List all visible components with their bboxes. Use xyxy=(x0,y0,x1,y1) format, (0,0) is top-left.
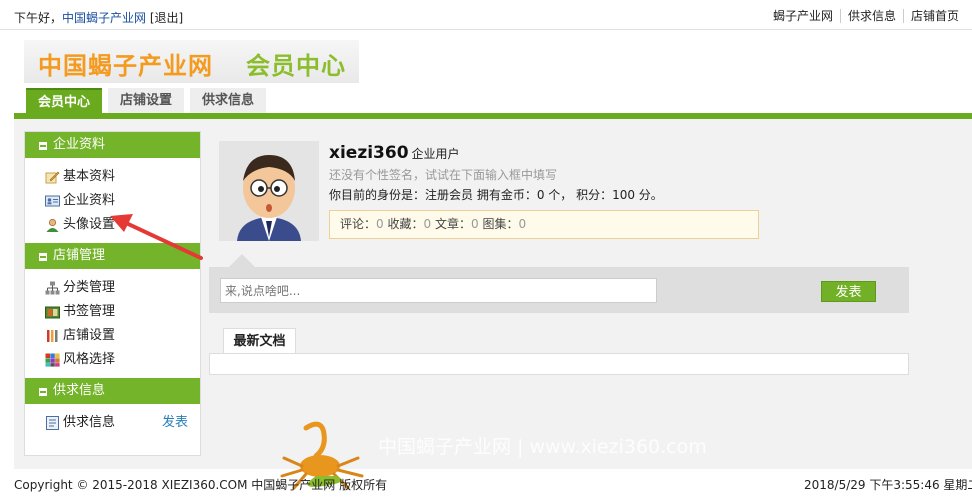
sidebar-item-style[interactable]: 风格选择 xyxy=(25,348,200,372)
document-list-icon xyxy=(46,416,59,430)
id-card-icon xyxy=(45,195,60,207)
user-stats: 评论：0 收藏：0 文章：0 图集：0 xyxy=(329,210,759,239)
stat-article[interactable]: 0 xyxy=(471,217,479,231)
section-title: 供求信息 xyxy=(53,383,106,398)
sidebar-item-label: 供求信息 xyxy=(63,415,116,430)
sidebar-item-avatar-settings[interactable]: 头像设置 xyxy=(25,213,200,237)
sidebar-item-label: 头像设置 xyxy=(63,217,116,232)
tab-shop-settings[interactable]: 店铺设置 xyxy=(108,88,185,113)
status-input[interactable] xyxy=(220,278,657,303)
logo-site-name: 中国蝎子产业网 xyxy=(38,52,213,80)
collapse-icon[interactable] xyxy=(39,142,47,150)
top-nav-shop-home[interactable]: 店铺首页 xyxy=(902,9,966,23)
sidebar-item-shop-settings[interactable]: 店铺设置 xyxy=(25,324,200,348)
collapse-icon[interactable] xyxy=(39,253,47,261)
stat-album-label: 图集： xyxy=(482,217,519,231)
sidebar-item-label: 基本资料 xyxy=(63,169,116,184)
avatar[interactable] xyxy=(219,141,319,241)
tab-supply-info[interactable]: 供求信息 xyxy=(190,88,267,113)
sidebar-section-shop[interactable]: 店铺管理 xyxy=(25,243,200,269)
sidebar-item-label: 店铺设置 xyxy=(63,328,116,343)
stat-comment[interactable]: 0 xyxy=(376,217,384,231)
tab-latest-docs[interactable]: 最新文档 xyxy=(223,328,296,353)
site-home-link[interactable]: 中国蝎子产业网 xyxy=(62,11,146,25)
sidebar-item-category[interactable]: 分类管理 xyxy=(25,276,200,300)
identity-line: 你目前的身份是：注册会员 拥有金币：0 个， 积分：100 分。 xyxy=(329,188,663,202)
user-icon xyxy=(46,218,59,232)
stat-article-label: 文章： xyxy=(434,217,471,231)
sidebar-item-label: 分类管理 xyxy=(63,280,116,295)
main-tabs: 会员中心 店铺设置 供求信息 xyxy=(26,88,272,113)
sidebar-item-company-info[interactable]: 企业资料 xyxy=(25,189,200,213)
sidebar-item-label: 书签管理 xyxy=(63,304,116,319)
pencil-note-icon xyxy=(45,171,60,184)
cartoon-avatar-icon xyxy=(219,141,319,241)
sidebar-section-company[interactable]: 企业资料 xyxy=(25,132,200,158)
hierarchy-icon xyxy=(45,281,60,295)
username-text: xiezi360 xyxy=(329,143,409,163)
top-bar: 下午好，中国蝎子产业网 [退出] 蝎子产业网 供求信息 店铺首页 xyxy=(0,0,972,30)
top-nav-portal[interactable]: 蝎子产业网 xyxy=(766,9,840,23)
logo-member-center: 会员中心 xyxy=(246,52,346,80)
section-title: 店铺管理 xyxy=(53,248,106,263)
greeting-text: 下午好， xyxy=(14,11,63,25)
username: xiezi360 企业用户 xyxy=(329,143,460,163)
color-grid-icon xyxy=(45,353,60,367)
publish-supply-link[interactable]: 发表 xyxy=(162,411,188,435)
member-center-logo[interactable]: 中国蝎子产业网 会员中心 xyxy=(24,40,359,83)
sidebar-item-basic-info[interactable]: 基本资料 xyxy=(25,165,200,189)
tools-icon xyxy=(47,330,58,342)
section-title: 企业资料 xyxy=(53,137,106,152)
tab-member-center[interactable]: 会员中心 xyxy=(26,88,103,113)
sidebar: 企业资料 基本资料 企业资料 头像设置 店铺管理 分类管理 书签管理 店铺设置 xyxy=(24,131,201,456)
sidebar-item-supply-info[interactable]: 供求信息 发表 xyxy=(25,411,200,435)
stat-album[interactable]: 0 xyxy=(518,217,526,231)
user-type: 企业用户 xyxy=(411,147,460,161)
bookmark-folder-icon xyxy=(45,306,60,319)
signature-hint: 还没有个性签名，试试在下面输入框中填写 xyxy=(329,168,558,182)
stat-comment-label: 评论： xyxy=(340,217,377,231)
latest-docs-list xyxy=(209,353,909,375)
copyright: Copyright © 2015-2018 XIEZI360.COM 中国蝎子产… xyxy=(14,478,388,492)
top-nav: 蝎子产业网 供求信息 店铺首页 xyxy=(766,9,966,23)
sidebar-item-label: 风格选择 xyxy=(63,352,116,367)
publish-button[interactable]: 发表 xyxy=(821,281,876,302)
top-greeting: 下午好，中国蝎子产业网 [退出] xyxy=(14,9,183,26)
top-nav-supply[interactable]: 供求信息 xyxy=(839,9,903,23)
stat-fav[interactable]: 0 xyxy=(424,217,432,231)
sidebar-item-label: 企业资料 xyxy=(63,193,116,208)
sidebar-section-supply[interactable]: 供求信息 xyxy=(25,378,200,404)
logout-link[interactable]: [退出] xyxy=(150,11,183,25)
collapse-icon[interactable] xyxy=(39,388,47,396)
stat-fav-label: 收藏： xyxy=(387,217,424,231)
sidebar-item-bookmarks[interactable]: 书签管理 xyxy=(25,300,200,324)
clock: 2018/5/29 下午3:55:46 星期二 xyxy=(804,478,972,492)
watermark-text: 中国蝎子产业网 | www.xiezi360.com xyxy=(378,436,707,458)
post-box-pointer xyxy=(229,254,255,267)
